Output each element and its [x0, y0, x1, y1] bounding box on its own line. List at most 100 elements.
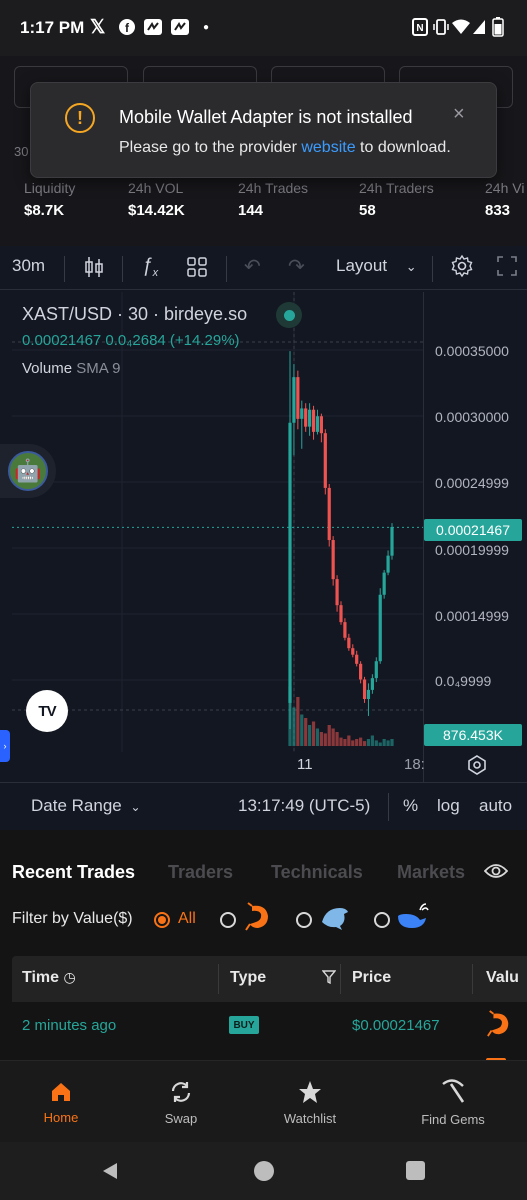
goto-realtime-icon[interactable] — [466, 754, 488, 781]
chart-symbol: XAST/USD · 30 · birdeye.so — [22, 304, 248, 324]
filter-icon[interactable] — [321, 970, 337, 989]
header-time-label: Time — [22, 969, 60, 986]
nav-watchlist[interactable]: Watchlist — [255, 1061, 365, 1143]
warning-icon: ! — [65, 103, 95, 133]
vibrate-icon — [432, 16, 450, 38]
tradingview-logo[interactable]: TV — [26, 690, 68, 732]
floating-avatar-button[interactable]: 🤖 — [0, 444, 56, 498]
layout-button[interactable]: Layout ⌄ — [336, 256, 417, 276]
volume-bar — [300, 714, 304, 746]
candle-body — [370, 678, 374, 690]
timezone-button[interactable]: 13:17:49 (UTC-5) — [238, 796, 370, 816]
side-panel-tab[interactable]: › — [0, 730, 10, 762]
wifi-icon — [452, 16, 470, 38]
avatar-icon: 🤖 — [8, 451, 48, 491]
tab-traders[interactable]: Traders — [168, 862, 233, 883]
bar-divider — [388, 793, 389, 821]
header-divider — [218, 964, 219, 994]
back-icon[interactable] — [100, 1161, 120, 1186]
clock-icon[interactable]: ◷ — [64, 969, 76, 985]
volume-label: Volume — [22, 360, 73, 377]
candle-body — [327, 487, 331, 541]
tab-technicals[interactable]: Technicals — [271, 862, 363, 883]
candle-body — [386, 555, 390, 573]
log-toggle[interactable]: log — [437, 796, 460, 816]
candle-body — [366, 689, 371, 699]
filter-dolphin-radio[interactable] — [296, 912, 312, 928]
chart-price-info: 0.00021467 0.0₄2684 (+14.29%) — [22, 332, 240, 349]
fullscreen-icon[interactable] — [496, 255, 518, 282]
interval-button[interactable]: 30m — [12, 256, 45, 276]
nav-home[interactable]: Home — [6, 1061, 116, 1143]
trades-table-header: Time ◷ Type Price Valu — [12, 956, 527, 1002]
tab-markets[interactable]: Markets — [397, 862, 465, 883]
header-time[interactable]: Time ◷ — [22, 969, 76, 987]
volume-bar — [308, 725, 312, 746]
candle-body — [355, 654, 359, 664]
candle-body — [288, 422, 292, 703]
stat-value-trades: 144 — [238, 202, 264, 219]
toast-desc-after: to download. — [355, 139, 451, 156]
candle-body — [374, 661, 378, 679]
trades-section: Recent Trades Traders Technicals Markets… — [0, 830, 527, 1062]
nav-find-gems-label: Find Gems — [421, 1111, 485, 1127]
time-axis-label: 11 — [297, 756, 313, 773]
filter-all-label[interactable]: All — [178, 910, 196, 928]
price-axis-label: 0.0₄9999 — [435, 673, 492, 689]
nav-home-label: Home — [43, 1109, 79, 1125]
website-link[interactable]: website — [301, 139, 355, 156]
undo-icon[interactable]: ↶ — [244, 254, 261, 279]
dolphin-icon — [318, 902, 350, 937]
nav-find-gems[interactable]: Find Gems — [398, 1061, 508, 1143]
percent-toggle[interactable]: % — [403, 796, 418, 816]
volume-bar — [323, 733, 327, 746]
close-icon[interactable]: × — [453, 103, 465, 126]
tab-recent-trades[interactable]: Recent Trades — [12, 862, 135, 883]
filter-all-radio[interactable] — [154, 912, 170, 928]
home-system-icon[interactable] — [254, 1161, 274, 1181]
volume-bar — [366, 739, 371, 746]
last-price-tag: 0.00021467 — [424, 519, 522, 541]
shrimp-icon — [244, 902, 272, 937]
indicators-icon[interactable]: ƒx — [142, 255, 158, 279]
volume-bar — [331, 728, 335, 746]
stat-label-traders: 24h Traders — [359, 180, 434, 196]
auto-toggle[interactable]: auto — [479, 796, 512, 816]
candle-body — [304, 408, 308, 427]
date-range-button[interactable]: Date Range ⌄ — [31, 796, 141, 816]
filter-shrimp-radio[interactable] — [220, 912, 236, 928]
toolbar-divider — [226, 256, 227, 282]
pickaxe-icon — [442, 1078, 465, 1103]
candle-body — [335, 579, 339, 606]
trade-price: $0.00021467 — [352, 1017, 440, 1034]
volume-tag: 876.453K — [424, 724, 522, 746]
toolbar-divider — [64, 256, 65, 282]
recents-icon[interactable] — [406, 1161, 425, 1180]
volume-bar — [292, 707, 296, 746]
candles-icon[interactable] — [84, 255, 104, 284]
redo-icon[interactable]: ↷ — [288, 254, 305, 279]
star-icon — [299, 1080, 321, 1103]
volume-bar — [304, 718, 308, 746]
eye-icon[interactable] — [483, 862, 509, 885]
nav-watchlist-label: Watchlist — [283, 1110, 337, 1126]
swap-icon — [171, 1081, 191, 1102]
header-price: Price — [352, 969, 392, 986]
header-value: Valu — [486, 969, 519, 986]
trade-type-badge: BUY — [229, 1016, 259, 1034]
templates-icon[interactable] — [186, 256, 208, 283]
nav-swap[interactable]: Swap — [126, 1061, 236, 1143]
filter-whale-radio[interactable] — [374, 912, 390, 928]
x-icon: 𝕏 — [90, 16, 106, 38]
app-icon — [143, 16, 163, 38]
gear-icon[interactable] — [450, 254, 474, 283]
volume-sma-label: SMA 9 — [76, 360, 121, 377]
chart-toolbar: 30m ƒx ↶ ↷ Layout ⌄ — [0, 246, 527, 290]
wallet-adapter-toast: ! Mobile Wallet Adapter is not installed… — [30, 82, 497, 178]
candle-body — [292, 377, 296, 423]
filter-label: Filter by Value($) — [12, 910, 133, 927]
volume-bar — [339, 737, 343, 746]
date-range-label: Date Range — [31, 796, 122, 815]
time-axis-label: 18: — [404, 756, 425, 773]
volume-bar — [296, 697, 300, 746]
